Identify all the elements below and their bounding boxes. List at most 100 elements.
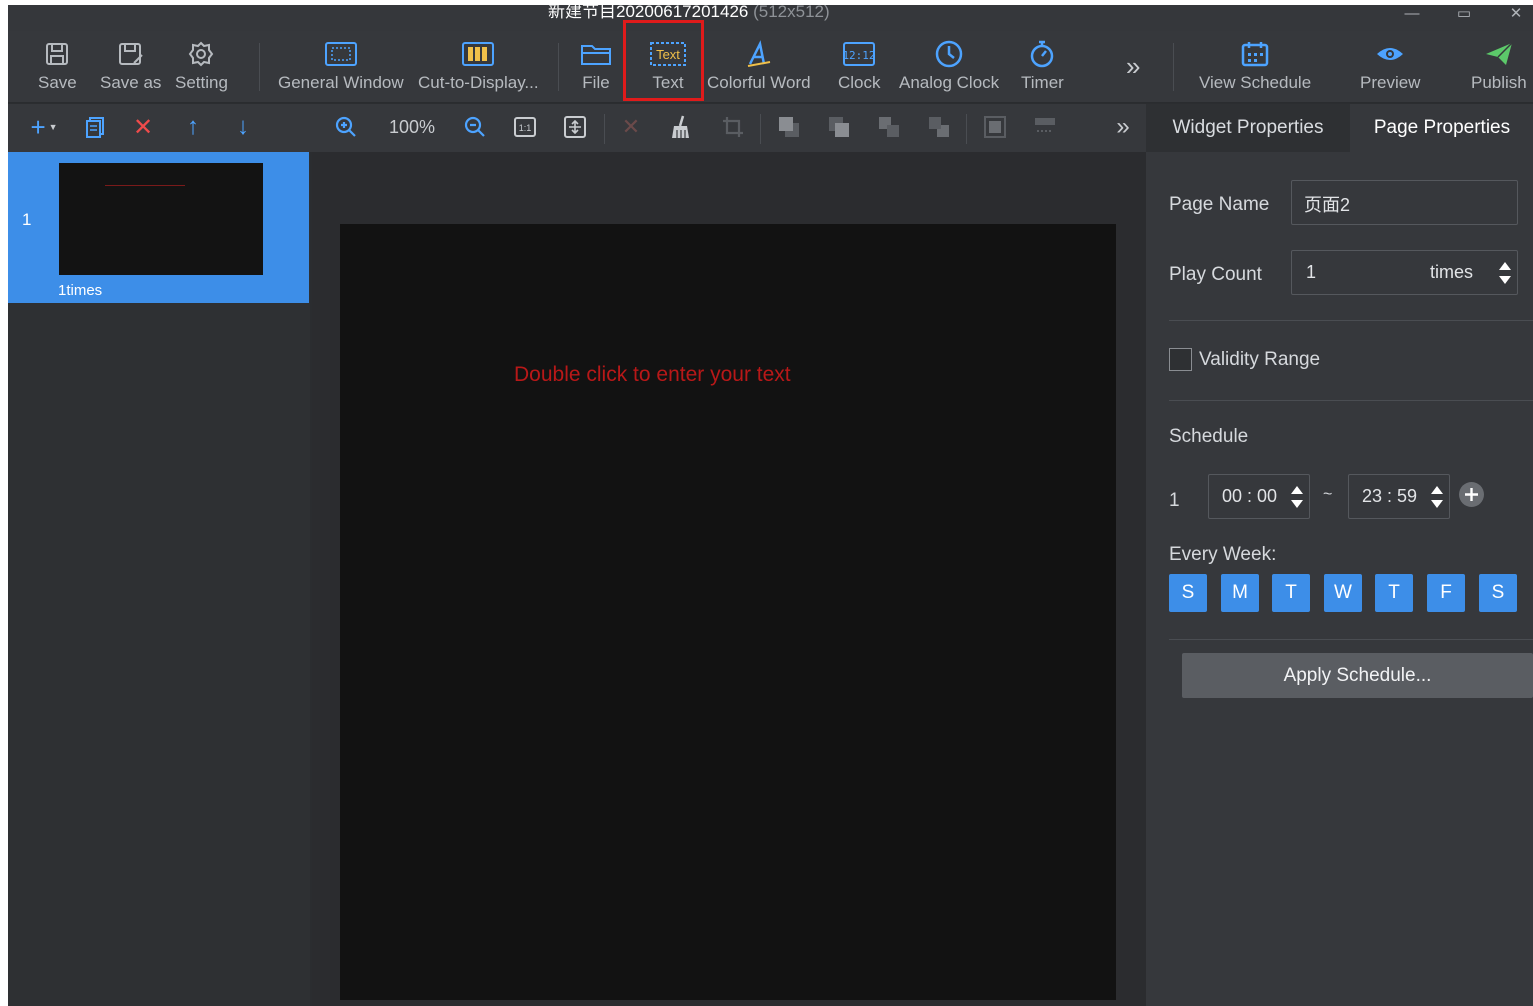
setting-label: Setting <box>175 73 228 92</box>
bring-to-front-button[interactable] <box>774 112 804 142</box>
page-name-value: 页面2 <box>1304 195 1351 215</box>
title-bar: 新建节目20200617201426 (512x512) — ▭ ✕ <box>8 5 1533 31</box>
folder-icon <box>578 37 614 71</box>
triangle-down-icon <box>1499 276 1511 284</box>
general-window-button[interactable]: General Window <box>278 37 404 99</box>
clear-button[interactable] <box>666 112 696 142</box>
toolbar-divider <box>558 43 559 91</box>
start-time-value: 00 : 00 <box>1222 486 1278 506</box>
toolbar-more-button[interactable]: » <box>1126 49 1140 111</box>
minimize-button[interactable]: — <box>1392 5 1432 22</box>
edit-toolbar: + ▼ ✕ ↑ ↓ 100% 1:1 ✕ » <box>8 104 1146 152</box>
zoom-in-button[interactable] <box>331 112 361 142</box>
save-as-button[interactable]: Save as <box>100 37 161 99</box>
layer-up-icon <box>879 117 899 137</box>
crop-button[interactable] <box>718 112 748 142</box>
cut-to-display-button[interactable]: Cut-to-Display... <box>418 37 539 99</box>
weekday-sunday[interactable]: S <box>1169 574 1207 612</box>
program-canvas[interactable]: Double click to enter your text <box>340 224 1116 1000</box>
zoom-level: 100% <box>388 116 436 137</box>
arrow-up-icon: ↑ <box>187 113 199 140</box>
red-x-icon: ✕ <box>132 113 154 141</box>
toolbar-divider <box>760 114 761 144</box>
main-toolbar: Save Save as Setting General Window Cut-… <box>8 31 1533 103</box>
digital-clock-icon: 12:12 <box>841 37 877 71</box>
tab-page-properties[interactable]: Page Properties <box>1351 104 1533 152</box>
schedule-label: Schedule <box>1169 426 1249 447</box>
weekday-tuesday[interactable]: T <box>1272 574 1310 612</box>
triangle-down-icon <box>1431 500 1443 508</box>
setting-button[interactable]: Setting <box>175 37 228 99</box>
triangle-up-icon <box>1431 486 1443 494</box>
fit-to-window-button[interactable] <box>560 112 590 142</box>
move-page-up-button[interactable]: ↑ <box>178 112 208 142</box>
weekday-thursday[interactable]: T <box>1375 574 1413 612</box>
delete-page-button[interactable]: ✕ <box>128 112 158 142</box>
gear-icon <box>183 37 219 71</box>
publish-button[interactable]: Publish <box>1471 37 1527 99</box>
svg-text:1:1: 1:1 <box>519 123 532 133</box>
app-window: 新建节目20200617201426 (512x512) — ▭ ✕ Save … <box>8 5 1533 1006</box>
send-backward-button[interactable] <box>924 112 954 142</box>
page-name-input[interactable]: 页面2 <box>1291 180 1518 225</box>
edit-toolbar-more-button[interactable]: » <box>1108 112 1138 142</box>
close-button[interactable]: ✕ <box>1496 5 1533 22</box>
zoom-out-button[interactable] <box>460 112 490 142</box>
align-button[interactable] <box>1030 112 1060 142</box>
end-time-stepper[interactable] <box>1429 479 1445 515</box>
floppy-disk-icon <box>39 37 75 71</box>
broom-icon <box>672 115 689 138</box>
move-page-down-button[interactable]: ↓ <box>228 112 258 142</box>
chevron-down-icon: ▼ <box>48 122 58 132</box>
fill-canvas-button[interactable] <box>980 112 1010 142</box>
play-count-label: Play Count <box>1169 264 1262 285</box>
send-to-back-button[interactable] <box>824 112 854 142</box>
schedule-end-time[interactable]: 23 : 59 <box>1348 474 1450 519</box>
view-schedule-button[interactable]: View Schedule <box>1199 37 1311 99</box>
preview-button[interactable]: Preview <box>1360 37 1420 99</box>
maximize-button[interactable]: ▭ <box>1444 5 1484 22</box>
save-label: Save <box>38 73 77 92</box>
schedule-start-time[interactable]: 00 : 00 <box>1208 474 1310 519</box>
apply-schedule-button[interactable]: Apply Schedule... <box>1182 653 1533 698</box>
text-widget-placeholder[interactable]: Double click to enter your text <box>514 363 791 387</box>
file-button[interactable]: File <box>578 37 614 99</box>
colorful-word-button[interactable]: Colorful Word <box>707 37 811 99</box>
layer-front-icon <box>779 117 799 137</box>
columns-icon <box>460 37 496 71</box>
save-button[interactable]: Save <box>38 37 77 99</box>
tab-widget-properties[interactable]: Widget Properties <box>1146 104 1350 152</box>
add-page-button[interactable]: + ▼ <box>22 112 66 142</box>
x-icon: ✕ <box>621 114 641 139</box>
play-count-spinbox[interactable]: 1 times <box>1291 250 1518 295</box>
plus-icon: + <box>30 112 46 142</box>
weekday-friday[interactable]: F <box>1427 574 1465 612</box>
play-count-stepper[interactable] <box>1497 255 1513 291</box>
one-to-one-icon: 1:1 <box>514 117 536 137</box>
timer-button[interactable]: Timer <box>1021 37 1064 99</box>
validity-range-checkbox[interactable] <box>1169 348 1192 371</box>
copy-icon <box>86 117 104 138</box>
weekday-wednesday[interactable]: W <box>1324 574 1362 612</box>
start-time-stepper[interactable] <box>1289 479 1305 515</box>
page-list-item[interactable]: 1 1times <box>8 152 309 303</box>
weekday-saturday[interactable]: S <box>1479 574 1517 612</box>
thumbnail-text-preview <box>105 185 185 186</box>
add-schedule-button[interactable] <box>1458 481 1485 508</box>
divider <box>1169 639 1533 640</box>
arrow-down-icon: ↓ <box>237 113 249 140</box>
bring-forward-button[interactable] <box>874 112 904 142</box>
delete-widget-button[interactable]: ✕ <box>616 112 646 142</box>
save-as-label: Save as <box>100 73 162 92</box>
analog-clock-button[interactable]: Analog Clock <box>899 37 999 99</box>
file-label: File <box>582 73 610 92</box>
copy-page-button[interactable] <box>80 112 110 142</box>
page-play-times: 1times <box>58 282 103 299</box>
weekday-monday[interactable]: M <box>1221 574 1259 612</box>
toolbar-divider <box>1173 43 1174 91</box>
preview-label: Preview <box>1360 73 1421 92</box>
clock-button[interactable]: 12:12 Clock <box>838 37 881 99</box>
actual-size-button[interactable]: 1:1 <box>510 112 540 142</box>
page-thumbnail <box>59 163 263 275</box>
play-count-value: 1 <box>1306 262 1317 282</box>
